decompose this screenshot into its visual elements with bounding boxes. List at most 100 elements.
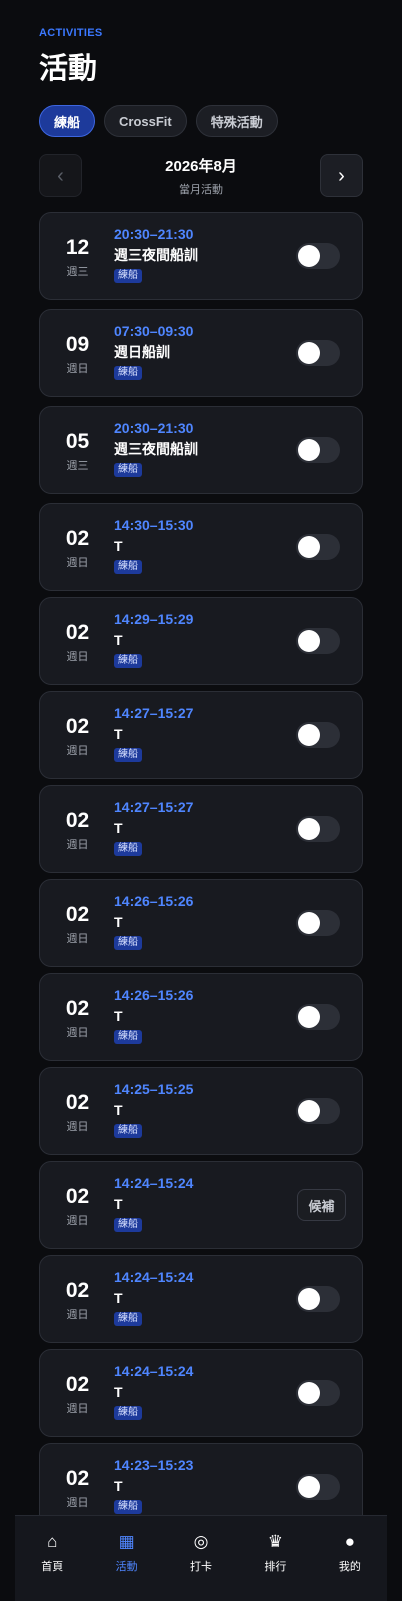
signup-toggle[interactable] xyxy=(296,534,340,560)
toggle-knob xyxy=(298,342,320,364)
category-tabs: 練船 CrossFit 特殊活動 xyxy=(39,105,278,137)
toggle-knob xyxy=(298,1288,320,1310)
activity-card[interactable]: 12 週三 20:30–21:30 週三夜間船訓 練船 xyxy=(39,212,363,300)
activity-day: 02 xyxy=(65,1373,90,1396)
toggle-knob xyxy=(298,630,320,652)
activity-card[interactable]: 02 週日 14:27–15:27 T 練船 xyxy=(39,785,363,873)
activity-card[interactable]: 02 週日 14:26–15:26 T 練船 xyxy=(39,879,363,967)
activity-date: 02 週日 xyxy=(40,974,115,1060)
activity-date: 02 週日 xyxy=(40,692,115,778)
activity-card[interactable]: 02 週日 14:24–15:24 T 練船 xyxy=(39,1349,363,1437)
signup-toggle[interactable] xyxy=(296,816,340,842)
activity-date: 12 週三 xyxy=(40,213,115,299)
activity-time: 14:24–15:24 xyxy=(114,1363,194,1379)
prev-month-button[interactable]: ‹ xyxy=(39,154,82,197)
activity-weekday: 週日 xyxy=(66,363,89,375)
nav-item-3[interactable]: ♛ 排行 xyxy=(238,1516,312,1601)
activity-card[interactable]: 09 週日 07:30–09:30 週日船訓 練船 xyxy=(39,309,363,397)
activity-card[interactable]: 02 週日 14:24–15:24 T 練船 xyxy=(39,1255,363,1343)
activity-card[interactable]: 05 週三 20:30–21:30 週三夜間船訓 練船 xyxy=(39,406,363,494)
activity-time: 14:29–15:29 xyxy=(114,611,194,627)
activity-date: 09 週日 xyxy=(40,310,115,396)
activity-day: 12 xyxy=(65,236,90,259)
activity-day: 02 xyxy=(65,1091,90,1114)
activity-weekday: 週日 xyxy=(66,1121,89,1133)
activity-day: 05 xyxy=(65,430,90,453)
toggle-knob xyxy=(298,1006,320,1028)
activity-tag: 練船 xyxy=(114,842,142,856)
activity-name: 週日船訓 xyxy=(114,344,170,360)
nav-item-0[interactable]: ⌂ 首頁 xyxy=(15,1516,89,1601)
activity-tag: 練船 xyxy=(114,560,142,574)
activity-weekday: 週日 xyxy=(66,1497,89,1509)
activity-tag: 練船 xyxy=(114,1124,142,1138)
activity-name: T xyxy=(114,1478,123,1494)
chevron-left-icon: ‹ xyxy=(57,164,64,187)
nav-item-2[interactable]: ◎ 打卡 xyxy=(164,1516,238,1601)
month-label: 2026年8月 當月活動 xyxy=(99,157,303,197)
signup-toggle[interactable] xyxy=(296,1380,340,1406)
activity-name: T xyxy=(114,632,123,648)
activity-date: 02 週日 xyxy=(40,786,115,872)
activity-time: 14:27–15:27 xyxy=(114,799,194,815)
activity-info: 14:30–15:30 T 練船 xyxy=(114,516,292,574)
month-title: 2026年8月 xyxy=(165,158,237,175)
signup-toggle[interactable] xyxy=(296,340,340,366)
activity-weekday: 週日 xyxy=(66,1309,89,1321)
activity-day: 02 xyxy=(65,715,90,738)
activity-weekday: 週日 xyxy=(66,557,89,569)
activity-info: 14:24–15:24 T 練船 xyxy=(114,1174,292,1232)
activity-date: 02 週日 xyxy=(40,1068,115,1154)
toggle-knob xyxy=(298,912,320,934)
toggle-knob xyxy=(298,724,320,746)
activity-card[interactable]: 02 週日 14:29–15:29 T 練船 xyxy=(39,597,363,685)
activity-time: 14:24–15:24 xyxy=(114,1175,194,1191)
activity-date: 02 週日 xyxy=(40,598,115,684)
nav-item-4[interactable]: ● 我的 xyxy=(313,1516,387,1601)
month-navigator: ‹ 2026年8月 當月活動 › xyxy=(39,154,363,198)
home-icon: ⌂ xyxy=(47,1532,58,1551)
activity-time: 14:27–15:27 xyxy=(114,705,194,721)
activity-time: 14:24–15:24 xyxy=(114,1269,194,1285)
signup-toggle[interactable] xyxy=(296,910,340,936)
signup-toggle[interactable] xyxy=(296,437,340,463)
activity-card[interactable]: 02 週日 14:24–15:24 T 練船 候補 xyxy=(39,1161,363,1249)
signup-toggle[interactable] xyxy=(296,1004,340,1030)
nav-label: 我的 xyxy=(338,1561,361,1573)
tab-rowing[interactable]: 練船 xyxy=(39,105,96,137)
toggle-knob xyxy=(298,245,320,267)
tab-special-events[interactable]: 特殊活動 xyxy=(195,105,278,137)
waitlist-button[interactable]: 候補 xyxy=(297,1189,346,1221)
activity-card[interactable]: 02 週日 14:27–15:27 T 練船 xyxy=(39,691,363,779)
activity-day: 02 xyxy=(65,809,90,832)
activity-tag: 練船 xyxy=(114,463,142,477)
activity-tag: 練船 xyxy=(114,366,142,380)
toggle-knob xyxy=(298,439,320,461)
activity-info: 14:24–15:24 T 練船 xyxy=(114,1362,292,1420)
signup-toggle[interactable] xyxy=(296,1474,340,1500)
activity-name: T xyxy=(114,726,123,742)
activity-day: 02 xyxy=(65,1279,90,1302)
tab-crossfit[interactable]: CrossFit xyxy=(104,105,187,137)
activity-weekday: 週日 xyxy=(66,745,89,757)
activity-time: 07:30–09:30 xyxy=(114,323,194,339)
activity-name: T xyxy=(114,1102,123,1118)
nav-item-1[interactable]: ▦ 活動 xyxy=(89,1516,163,1601)
activity-card[interactable]: 02 週日 14:25–15:25 T 練船 xyxy=(39,1067,363,1155)
activity-info: 14:23–15:23 T 練船 xyxy=(114,1456,292,1514)
next-month-button[interactable]: › xyxy=(320,154,363,197)
activity-card[interactable]: 02 週日 14:26–15:26 T 練船 xyxy=(39,973,363,1061)
toggle-knob xyxy=(298,1382,320,1404)
signup-toggle[interactable] xyxy=(296,243,340,269)
toggle-knob xyxy=(298,536,320,558)
signup-toggle[interactable] xyxy=(296,1098,340,1124)
activity-name: T xyxy=(114,1196,123,1212)
signup-toggle[interactable] xyxy=(296,1286,340,1312)
signup-toggle[interactable] xyxy=(296,722,340,748)
activity-date: 02 週日 xyxy=(40,1256,115,1342)
activity-date: 02 週日 xyxy=(40,1162,115,1248)
activity-name: T xyxy=(114,538,123,554)
activity-tag: 練船 xyxy=(114,1218,142,1232)
activity-card[interactable]: 02 週日 14:30–15:30 T 練船 xyxy=(39,503,363,591)
signup-toggle[interactable] xyxy=(296,628,340,654)
